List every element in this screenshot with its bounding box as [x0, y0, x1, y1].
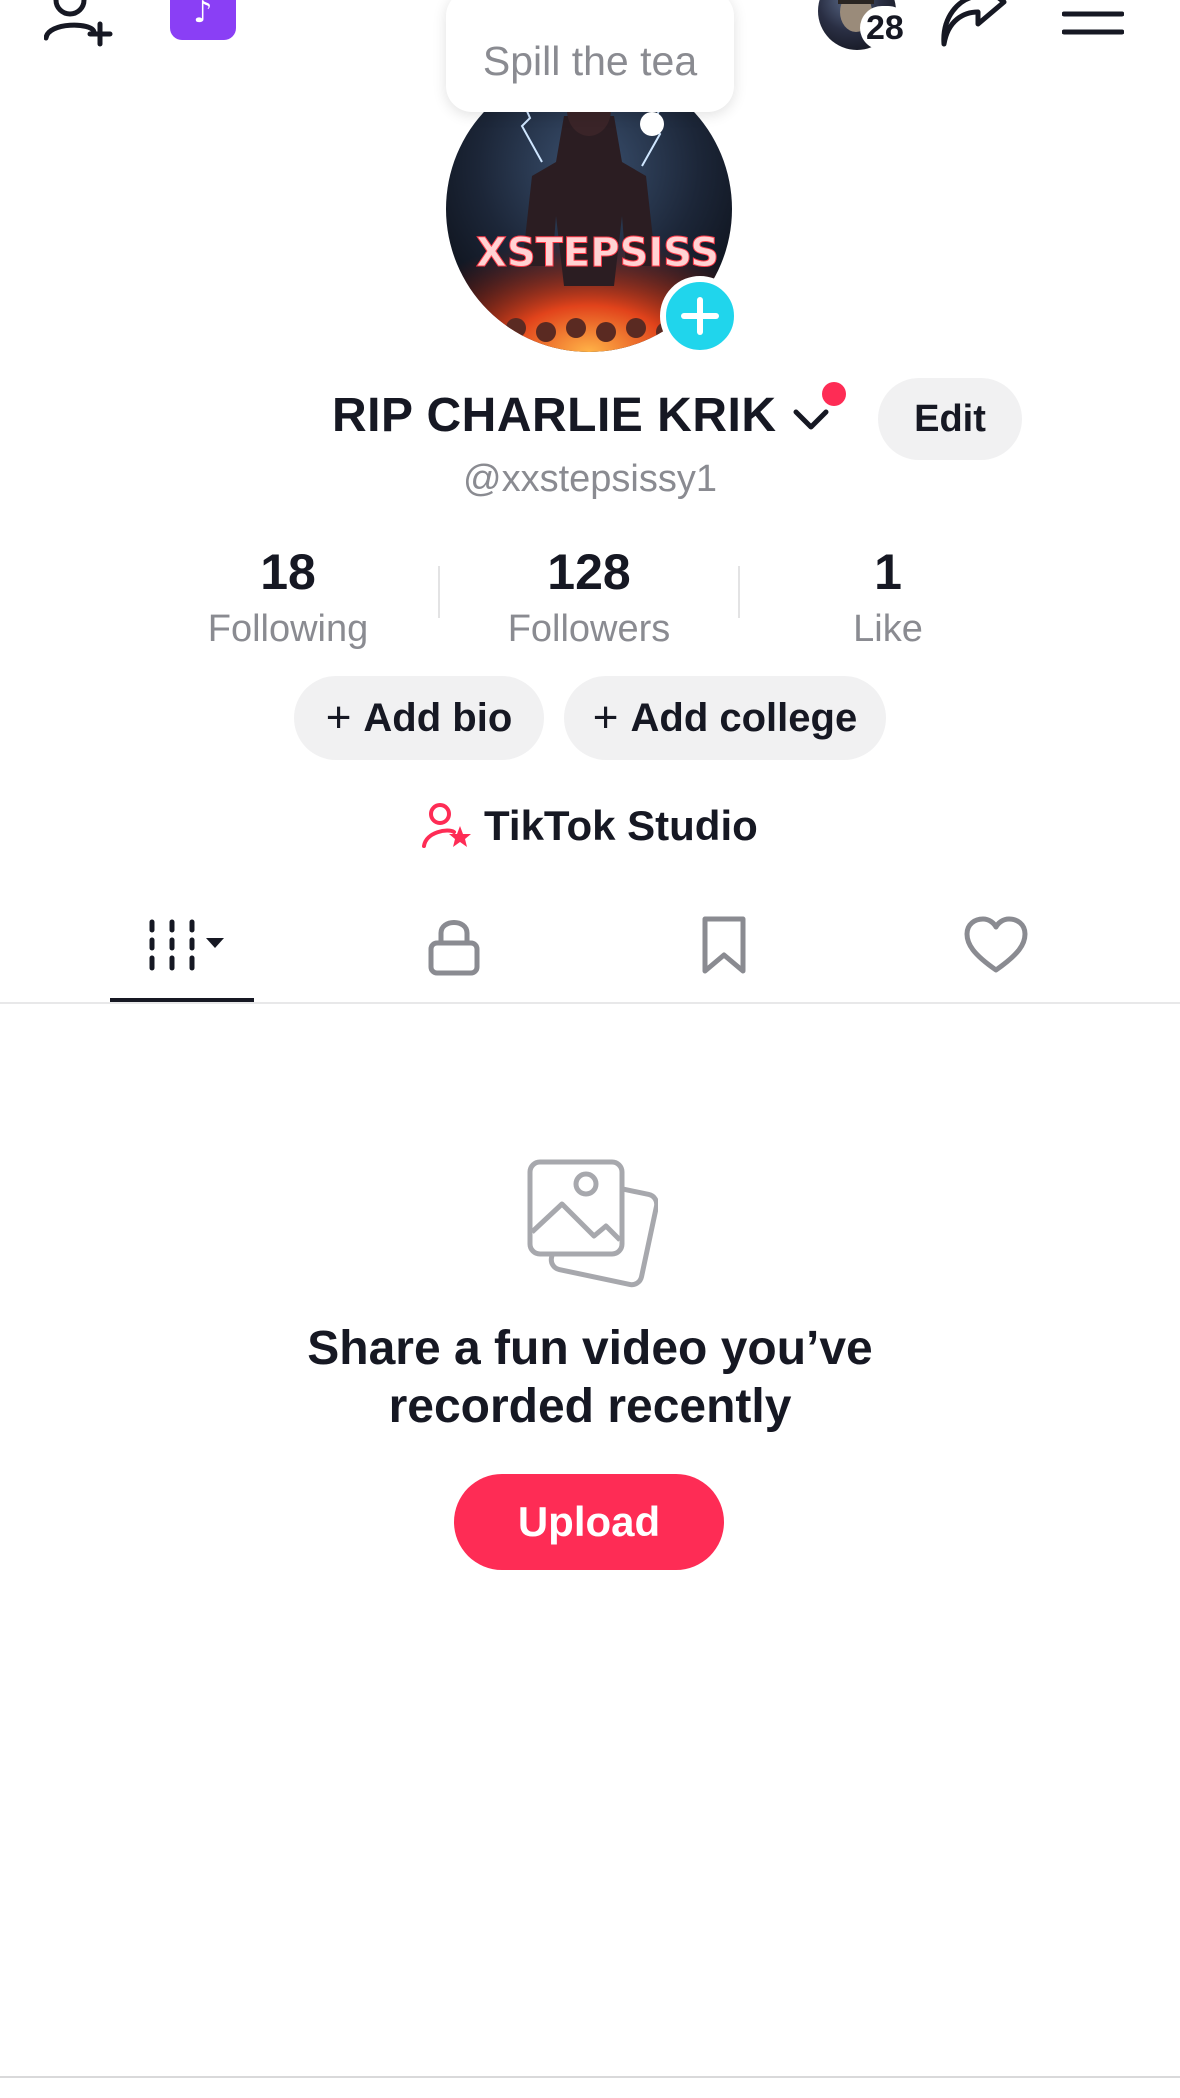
- person-plus-icon: [44, 0, 113, 47]
- add-avatar-button[interactable]: [660, 276, 740, 356]
- tab-private[interactable]: [394, 896, 514, 996]
- followers-count: 128: [547, 544, 631, 600]
- menu-button[interactable]: [1062, 0, 1124, 44]
- hamburger-menu-icon: [1062, 11, 1124, 35]
- grid-videos-icon: [149, 919, 224, 971]
- tab-liked[interactable]: [936, 896, 1056, 996]
- caret-down-icon: [206, 938, 224, 948]
- plus-icon: +: [592, 693, 619, 742]
- following-label: Following: [207, 608, 369, 650]
- empty-state-line-1: Share a fun video you’ve: [307, 1322, 873, 1375]
- tabs-divider: [0, 1002, 1180, 1004]
- photo-stack-icon: [522, 1156, 660, 1290]
- add-college-label: Add college: [630, 695, 858, 740]
- plus-icon: [681, 297, 719, 335]
- status-bubble-text: Spill the tea: [482, 37, 698, 84]
- tab-saved[interactable]: [664, 896, 784, 996]
- username-handle: @xxstepsissy1: [463, 458, 717, 500]
- bookmark-icon: [702, 916, 746, 974]
- status-bubble[interactable]: Spill the tea: [446, 0, 734, 112]
- share-button[interactable]: [938, 0, 1010, 48]
- tab-videos[interactable]: [122, 896, 242, 996]
- tiktok-studio-label: TikTok Studio: [484, 802, 758, 849]
- add-bio-button[interactable]: + Add bio: [294, 676, 544, 760]
- tiktok-note-icon: ♪: [193, 0, 213, 30]
- following-count: 18: [260, 544, 316, 600]
- avatar-text: XSTEPSISS: [476, 230, 719, 276]
- bubble-tail: [640, 112, 664, 136]
- stat-likes[interactable]: 1 Like: [738, 540, 1038, 654]
- display-name[interactable]: RIP CHARLIE KRIK: [332, 388, 776, 443]
- stat-following[interactable]: 18 Following: [138, 540, 438, 654]
- account-switcher[interactable]: [790, 400, 832, 438]
- edit-profile-button[interactable]: Edit: [878, 378, 1022, 460]
- add-bio-label: Add bio: [363, 695, 513, 740]
- likes-label: Like: [853, 608, 923, 650]
- empty-state-message: Share a fun video you’ve recorded recent…: [0, 1320, 1180, 1436]
- tiktok-studio-link[interactable]: TikTok Studio: [422, 796, 758, 856]
- empty-state-line-2: recorded recently: [388, 1380, 792, 1433]
- plus-icon: +: [325, 693, 352, 742]
- followers-label: Followers: [507, 608, 671, 650]
- add-friend-button[interactable]: [44, 0, 126, 52]
- upload-button[interactable]: Upload: [454, 1474, 724, 1570]
- story-count-badge: 28: [860, 6, 910, 50]
- stat-followers[interactable]: 128 Followers: [439, 540, 739, 654]
- bottom-divider: [0, 2076, 1180, 2078]
- lock-icon: [428, 920, 480, 976]
- likes-count: 1: [874, 544, 902, 600]
- add-college-button[interactable]: + Add college: [564, 676, 886, 760]
- heart-icon: [964, 916, 1028, 973]
- tiktok-app-badge[interactable]: ♪: [170, 0, 236, 40]
- notification-dot: [822, 382, 846, 406]
- share-arrow-icon: [941, 0, 1007, 47]
- chevron-down-icon: [793, 409, 829, 430]
- creator-star-icon: [422, 803, 471, 848]
